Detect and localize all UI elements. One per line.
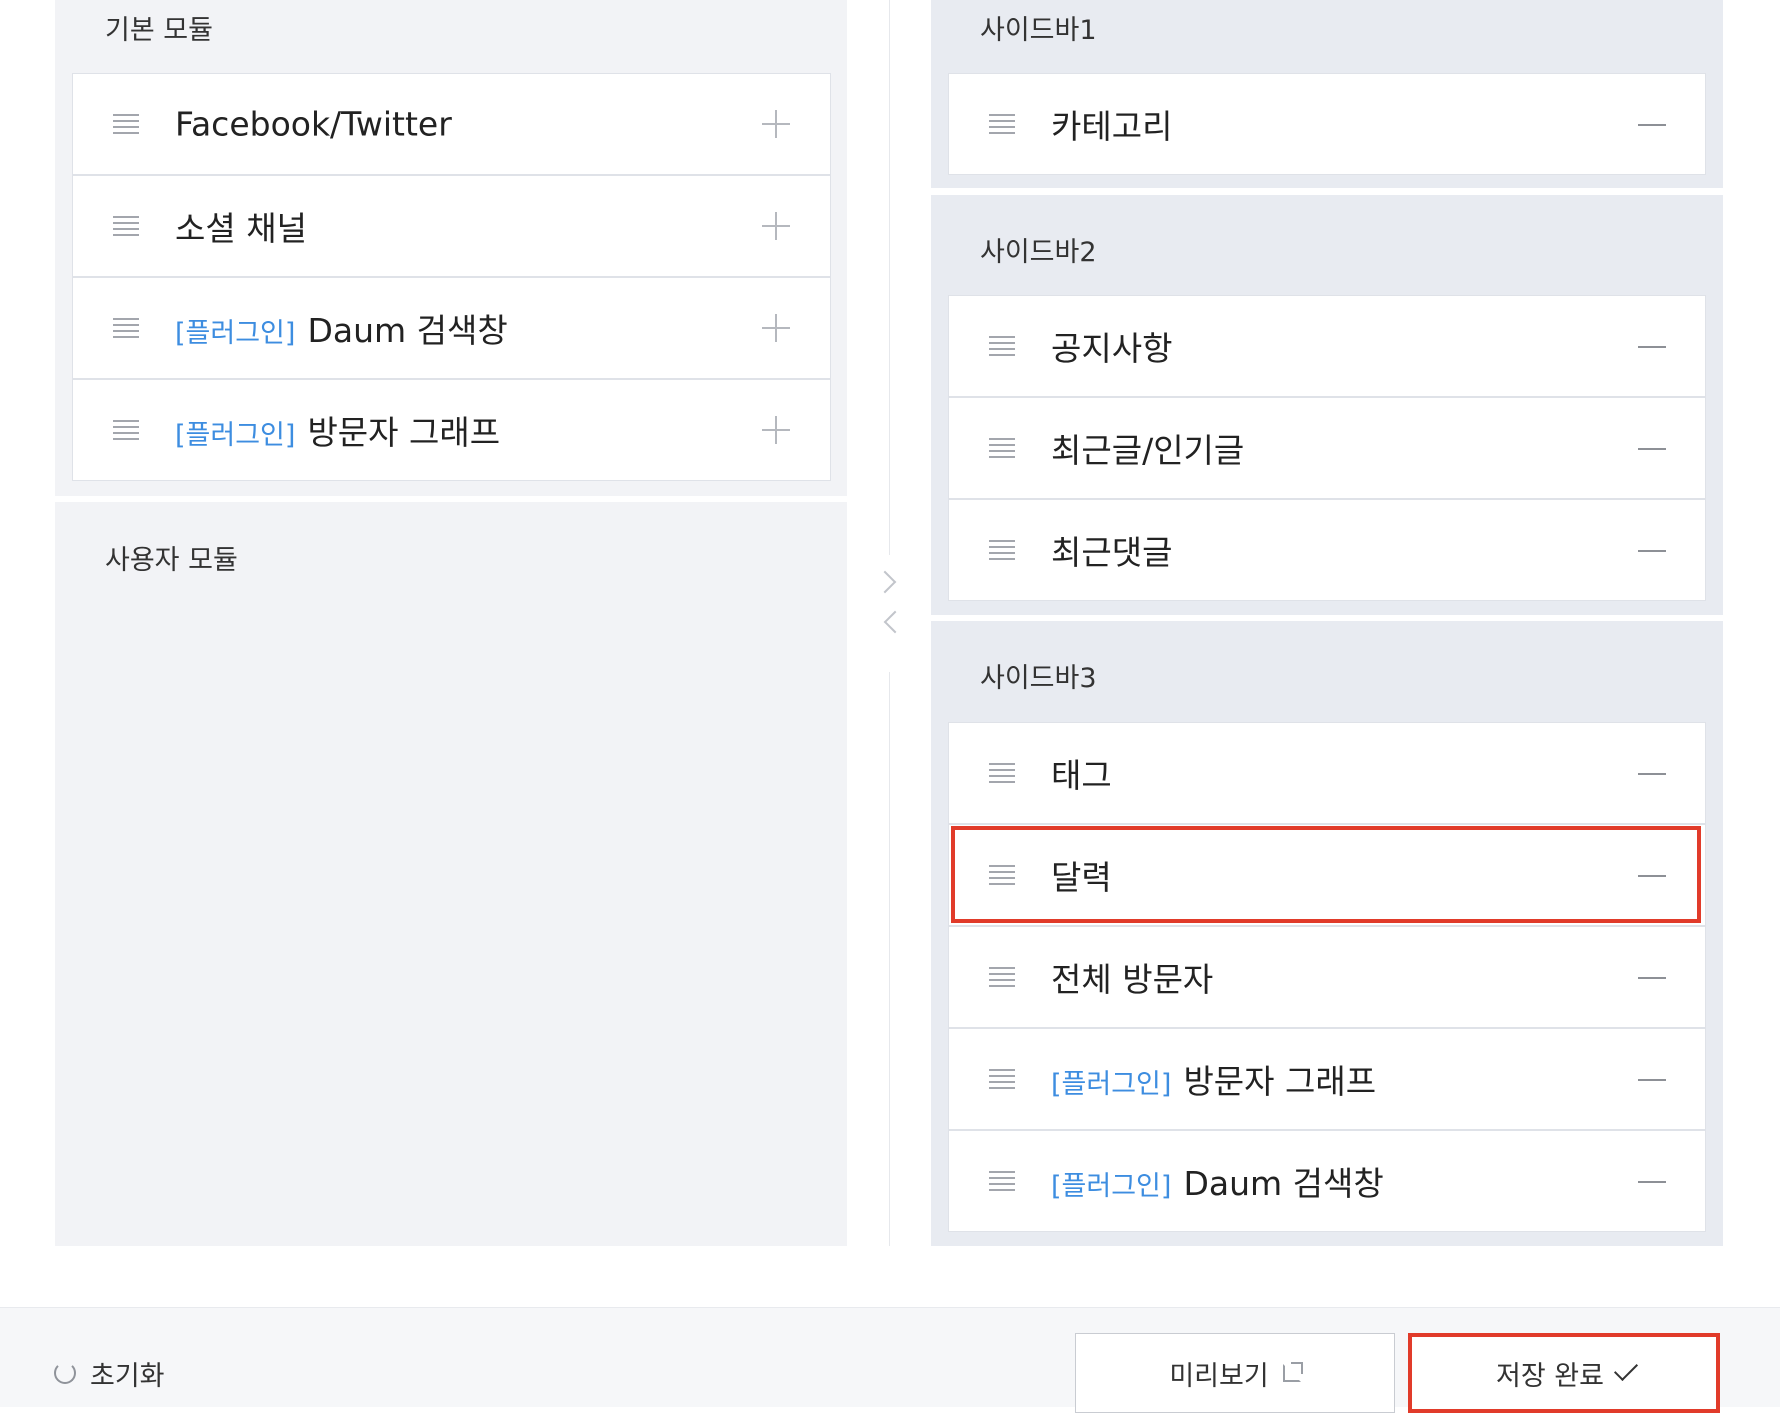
drag-handle-icon[interactable] [989,336,1015,356]
drag-handle-icon[interactable] [113,216,139,236]
add-icon[interactable] [762,110,790,138]
sidebar3-item-tag[interactable]: 태그 [948,722,1706,824]
remove-icon[interactable] [1638,124,1666,126]
plugin-tag: [플러그인] [1051,1171,1172,1202]
drag-handle-icon[interactable] [989,763,1015,783]
module-item-label: 태그 [1051,756,1112,795]
sidebar1-title: 사이드바1 [980,15,1097,46]
remove-icon[interactable] [1638,875,1666,877]
refresh-icon [54,1362,76,1384]
module-item-label: 달력 [1051,858,1112,897]
reset-label: 초기화 [90,1360,165,1392]
plugin-tag: [플러그인] [175,318,296,349]
module-item-name: Daum 검색창 [307,311,508,350]
sidebar1-item-category[interactable]: 카테고리 [948,73,1706,175]
module-item-label: 최근댓글 [1051,533,1173,572]
module-item-label: 소셜 채널 [175,209,307,248]
drag-handle-icon[interactable] [113,318,139,338]
remove-icon[interactable] [1638,1079,1666,1081]
remove-icon[interactable] [1638,448,1666,450]
column-divider [889,672,890,1246]
module-item-label: 카테고리 [1051,107,1173,146]
module-item-label: [플러그인] Daum 검색창 [1051,1157,1384,1205]
plugin-tag: [플러그인] [1051,1069,1172,1100]
move-left-icon[interactable] [883,610,907,634]
module-item-name: 방문자 그래프 [307,413,501,452]
module-item-name: Daum 검색창 [1183,1164,1384,1203]
module-item-label: 전체 방문자 [1051,960,1214,999]
drag-handle-icon[interactable] [989,865,1015,885]
sidebar2-item-recent-comments[interactable]: 최근댓글 [948,499,1706,601]
remove-icon[interactable] [1638,977,1666,979]
drag-handle-icon[interactable] [113,420,139,440]
module-item-social-channel[interactable]: 소셜 채널 [72,175,831,277]
sidebar1-panel: 사이드바1 카테고리 [931,0,1723,188]
drag-handle-icon[interactable] [989,1171,1015,1191]
preview-button[interactable]: 미리보기 [1075,1333,1395,1413]
sidebar3-item-daum-search[interactable]: [플러그인] Daum 검색창 [948,1130,1706,1232]
basic-modules-title: 기본 모듈 [105,15,213,46]
module-item-facebook-twitter[interactable]: Facebook/Twitter [72,73,831,175]
module-item-label: 공지사항 [1051,329,1173,368]
plugin-tag: [플러그인] [175,420,296,451]
user-modules-panel: 사용자 모듈 [55,502,847,1246]
remove-icon[interactable] [1638,773,1666,775]
sidebar2-panel: 사이드바2 공지사항 최근글/인기글 최근댓글 [931,195,1723,615]
module-item-label: Facebook/Twitter [175,104,452,144]
module-item-name: 방문자 그래프 [1183,1062,1377,1101]
sidebar3-panel: 사이드바3 태그 달력 전체 방문자 [플러그인] 방문자 그래프 [플러그인] D… [931,621,1723,1246]
module-item-label: [플러그인] Daum 검색창 [175,304,508,352]
move-right-icon[interactable] [873,570,897,594]
remove-icon[interactable] [1638,550,1666,552]
column-divider [889,0,890,555]
remove-icon[interactable] [1638,1181,1666,1183]
sidebar3-item-visitor-graph[interactable]: [플러그인] 방문자 그래프 [948,1028,1706,1130]
user-modules-title: 사용자 모듈 [105,545,238,576]
module-item-label: [플러그인] 방문자 그래프 [1051,1055,1376,1103]
sidebar3-item-total-visitors[interactable]: 전체 방문자 [948,926,1706,1028]
remove-icon[interactable] [1638,346,1666,348]
module-item-label: 최근글/인기글 [1051,431,1245,470]
drag-handle-icon[interactable] [989,114,1015,134]
add-icon[interactable] [762,212,790,240]
save-label: 저장 완료 [1496,1360,1604,1392]
module-item-daum-search[interactable]: [플러그인] Daum 검색창 [72,277,831,379]
drag-handle-icon[interactable] [989,438,1015,458]
external-link-icon [1282,1362,1303,1382]
check-icon [1613,1356,1638,1382]
module-item-label: [플러그인] 방문자 그래프 [175,406,500,454]
add-icon[interactable] [762,314,790,342]
drag-handle-icon[interactable] [989,540,1015,560]
sidebar3-title: 사이드바3 [980,663,1097,694]
add-icon[interactable] [762,416,790,444]
preview-label: 미리보기 [1169,1360,1269,1392]
save-button[interactable]: 저장 완료 [1408,1333,1720,1413]
sidebar3-item-calendar[interactable]: 달력 [948,824,1706,926]
basic-modules-panel: 기본 모듈 Facebook/Twitter 소셜 채널 [플러그인] Daum … [55,0,847,496]
reset-button[interactable]: 초기화 [54,1355,165,1392]
sidebar2-item-notice[interactable]: 공지사항 [948,295,1706,397]
sidebar2-item-recent-popular[interactable]: 최근글/인기글 [948,397,1706,499]
sidebar2-title: 사이드바2 [980,237,1097,268]
module-item-visitor-graph[interactable]: [플러그인] 방문자 그래프 [72,379,831,481]
drag-handle-icon[interactable] [989,1069,1015,1089]
drag-handle-icon[interactable] [113,114,139,134]
drag-handle-icon[interactable] [989,967,1015,987]
